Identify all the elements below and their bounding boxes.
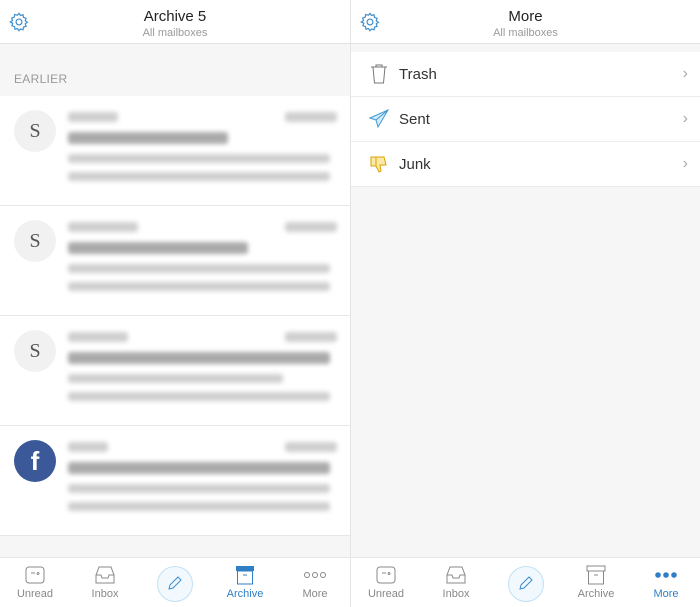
page-title: Archive 5 — [143, 8, 207, 25]
tab-more[interactable]: More — [280, 558, 350, 607]
tab-bar: Unread Inbox Archive More — [351, 557, 700, 607]
page-subtitle: All mailboxes — [142, 27, 208, 39]
gear-icon[interactable] — [359, 11, 381, 33]
folder-junk[interactable]: Junk › — [351, 142, 700, 187]
inbox-icon — [446, 566, 466, 584]
more-icon — [304, 572, 326, 578]
archive-pane: Archive 5 All mailboxes EARLIER S S S f … — [0, 0, 350, 607]
trash-icon — [371, 64, 387, 84]
header: Archive 5 All mailboxes — [0, 0, 350, 44]
section-header: EARLIER — [14, 72, 68, 86]
tab-more[interactable]: More — [631, 558, 700, 607]
tab-archive[interactable]: Archive — [561, 558, 631, 607]
pencil-icon — [519, 576, 533, 590]
header: More All mailboxes — [351, 0, 700, 44]
page-title: More — [508, 8, 543, 25]
avatar: S — [14, 220, 56, 262]
inbox-icon — [95, 566, 115, 584]
chevron-right-icon: › — [682, 110, 688, 127]
archive-icon — [586, 565, 606, 585]
thumbs-down-icon — [370, 156, 387, 173]
tab-archive[interactable]: Archive — [210, 558, 280, 607]
more-pane: More All mailboxes Trash › Sent › Junk › Un… — [350, 0, 700, 607]
avatar: S — [14, 330, 56, 372]
mail-item[interactable]: f — [0, 426, 350, 536]
compose-button[interactable] — [140, 558, 210, 607]
avatar: S — [14, 110, 56, 152]
tab-unread[interactable]: Unread — [351, 558, 421, 607]
folder-sent[interactable]: Sent › — [351, 97, 700, 142]
more-icon — [655, 572, 677, 578]
tab-inbox[interactable]: Inbox — [70, 558, 140, 607]
compose-button[interactable] — [491, 558, 561, 607]
tab-unread[interactable]: Unread — [0, 558, 70, 607]
chevron-right-icon: › — [682, 155, 688, 172]
gear-icon[interactable] — [8, 11, 30, 33]
facebook-avatar: f — [14, 440, 56, 482]
unread-icon — [25, 566, 45, 584]
paper-plane-icon — [369, 109, 389, 129]
mail-item[interactable]: S — [0, 206, 350, 316]
mail-item[interactable]: S — [0, 96, 350, 206]
chevron-right-icon: › — [682, 65, 688, 82]
folder-trash[interactable]: Trash › — [351, 52, 700, 97]
pencil-icon — [168, 576, 182, 590]
unread-icon — [376, 566, 396, 584]
mail-item[interactable]: S — [0, 316, 350, 426]
tab-inbox[interactable]: Inbox — [421, 558, 491, 607]
tab-bar: Unread Inbox Archive More — [0, 557, 350, 607]
page-subtitle: All mailboxes — [493, 27, 558, 39]
archive-icon — [236, 566, 254, 585]
